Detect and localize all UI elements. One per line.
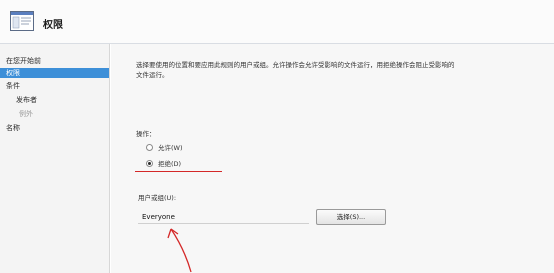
main-panel: 选择要使用的位置和要应用此规则的用户或组。允许操作会允许受影响的文件运行，用拒绝… (111, 44, 554, 273)
deny-radio-option[interactable]: 拒绝(D) (146, 158, 181, 168)
action-label: 操作： (136, 130, 156, 138)
sidebar-item-publisher[interactable]: 发布者 (0, 95, 109, 105)
allow-radio[interactable] (146, 143, 153, 151)
users-or-groups-field[interactable]: Everyone (138, 210, 309, 224)
sidebar: 在您开始前 权限 条件 发布者 例外 名称 (0, 44, 110, 273)
sidebar-item-permissions[interactable]: 权限 (0, 68, 109, 78)
sidebar-item-conditions[interactable]: 条件 (0, 81, 109, 91)
sidebar-item-before-you-begin[interactable]: 在您开始前 (0, 56, 109, 66)
sidebar-item-exceptions: 例外 (19, 110, 33, 118)
window-icon (10, 11, 34, 31)
header: 权限 (0, 0, 554, 44)
sidebar-item-name[interactable]: 名称 (0, 123, 109, 133)
users-label: 用户或组(U): (138, 194, 177, 202)
select-button[interactable]: 选择(S)... (316, 209, 386, 225)
page-title: 权限 (43, 20, 63, 31)
description-text: 选择要使用的位置和要应用此规则的用户或组。允许操作会允许受影响的文件运行，用拒绝… (136, 61, 455, 79)
allow-radio-option[interactable]: 允许(W) (146, 142, 183, 152)
allow-radio-label: 允许(W) (158, 144, 183, 152)
deny-radio[interactable] (146, 159, 153, 167)
annotation-underline (135, 171, 222, 172)
deny-radio-label: 拒绝(D) (158, 160, 182, 168)
